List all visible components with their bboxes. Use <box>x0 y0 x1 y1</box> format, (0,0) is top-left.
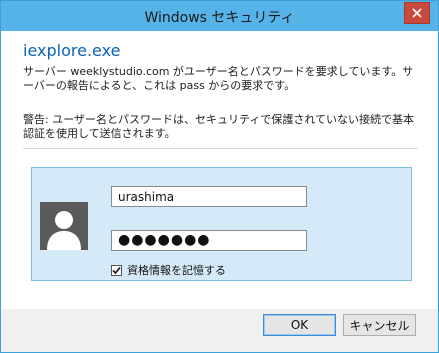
username-input[interactable] <box>111 186 307 207</box>
remember-credentials[interactable]: 資格情報を記憶する <box>111 262 226 278</box>
button-bar: OK キャンセル <box>1 309 438 352</box>
title-bar[interactable]: Windows セキュリティ <box>1 1 438 31</box>
password-input[interactable]: ●●●●●●● <box>111 230 307 251</box>
close-button[interactable] <box>404 2 430 24</box>
remember-label: 資格情報を記憶する <box>127 264 226 277</box>
check-icon <box>112 266 121 274</box>
separator <box>23 148 418 149</box>
credential-tile: ●●●●●●● 資格情報を記憶する <box>31 167 412 281</box>
app-name: iexplore.exe <box>23 41 121 60</box>
remember-checkbox[interactable] <box>111 264 122 276</box>
window-title: Windows セキュリティ <box>144 10 295 26</box>
cancel-button[interactable]: キャンセル <box>343 314 416 336</box>
close-icon <box>412 8 422 18</box>
user-avatar-icon <box>40 202 88 250</box>
security-dialog: Windows セキュリティ iexplore.exe サーバー weeklys… <box>0 0 439 353</box>
ok-button[interactable]: OK <box>263 314 336 336</box>
auth-message: サーバー weeklystudio.com がユーザー名とパスワードを要求してい… <box>23 65 414 92</box>
security-warning: 警告: ユーザー名とパスワードは、セキュリティで保護されていない接続で基本認証を… <box>23 113 414 140</box>
dialog-content: iexplore.exe サーバー weeklystudio.com がユーザー… <box>1 31 438 309</box>
